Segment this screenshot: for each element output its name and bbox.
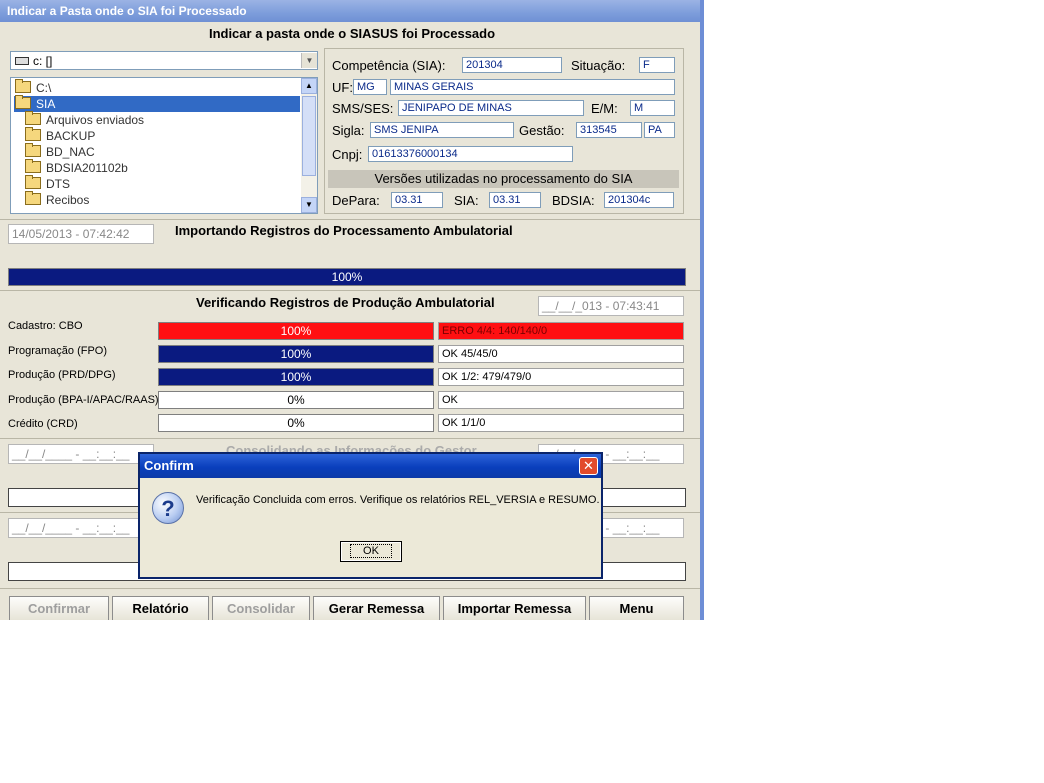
dialog-message: Verificação Concluida com erros. Verifiq… xyxy=(196,494,600,506)
tree-root[interactable]: C:\ xyxy=(15,79,51,96)
tree-item[interactable]: BACKUP xyxy=(25,127,95,144)
verify-row-progress: 0% xyxy=(158,391,434,409)
sia-field[interactable]: 03.31 xyxy=(489,192,541,208)
ok-button[interactable]: OK xyxy=(340,541,402,562)
window-title: Indicar a Pasta onde o SIA foi Processad… xyxy=(0,0,704,22)
folder-icon xyxy=(25,143,41,157)
verify-row-status: OK xyxy=(438,391,684,409)
verify-timestamp: __/__/_013 - 07:43:41 xyxy=(538,296,684,316)
verify-row-status: OK 45/45/0 xyxy=(438,345,684,363)
folder-icon xyxy=(25,127,41,141)
tree-item[interactable]: Recibos xyxy=(25,191,89,208)
drive-value: c: [] xyxy=(33,54,53,68)
cnpj-field[interactable]: 01613376000134 xyxy=(368,146,573,162)
scroll-up-icon[interactable]: ▲ xyxy=(301,78,317,94)
tree-item-sia[interactable]: SIA xyxy=(14,95,300,112)
verify-row-label: Crédito (CRD) xyxy=(8,418,78,430)
verify-row-progress: 100% xyxy=(158,322,434,340)
import-title: Importando Registros do Processamento Am… xyxy=(175,223,513,238)
bdsia-label: BDSIA: xyxy=(552,193,595,208)
gerar-remessa-button[interactable]: Gerar Remessa xyxy=(313,596,440,620)
open-folder-icon xyxy=(15,79,31,93)
folder-icon xyxy=(25,159,41,173)
import-progress-label: 100% xyxy=(331,270,363,284)
drive-icon xyxy=(15,57,29,65)
tree-item[interactable]: Arquivos enviados xyxy=(25,111,144,128)
open-folder-icon xyxy=(15,95,31,109)
uf-label: UF: xyxy=(332,80,353,95)
close-icon[interactable]: ✕ xyxy=(579,457,598,475)
verify-title: Verificando Registros de Produção Ambula… xyxy=(196,295,495,310)
divider xyxy=(0,290,700,291)
dialog-title: Confirm xyxy=(140,454,601,478)
verify-row-status: OK 1/1/0 xyxy=(438,414,684,432)
divider xyxy=(0,438,700,439)
scroll-thumb[interactable] xyxy=(302,96,316,176)
folder-tree[interactable]: C:\ SIA Arquivos enviados BACKUP BD_NAC … xyxy=(10,77,318,214)
relatorio-button[interactable]: Relatório xyxy=(112,596,209,620)
versions-title: Versões utilizadas no processamento do S… xyxy=(328,170,679,188)
tree-item[interactable]: BDSIA201102b xyxy=(25,159,128,176)
sia-label: SIA: xyxy=(454,193,479,208)
verify-row-label: Cadastro: CBO xyxy=(8,320,83,332)
sms-field[interactable]: JENIPAPO DE MINAS xyxy=(398,100,584,116)
import-timestamp: 14/05/2013 - 07:42:42 xyxy=(8,224,154,244)
menu-button[interactable]: Menu xyxy=(589,596,684,620)
verify-row-progress: 100% xyxy=(158,345,434,363)
window-border xyxy=(700,0,704,620)
situacao-label: Situação: xyxy=(571,58,626,73)
drive-select[interactable]: c: [] ▼ xyxy=(10,51,318,70)
uf-field[interactable]: MG xyxy=(353,79,387,95)
ok-button-label: OK xyxy=(350,544,392,558)
header-title: Indicar a pasta onde o SIASUS foi Proces… xyxy=(208,26,496,41)
cnpj-label: Cnpj: xyxy=(332,147,363,162)
tree-item[interactable]: DTS xyxy=(25,175,70,192)
divider xyxy=(0,219,700,220)
tree-scrollbar[interactable]: ▲ ▼ xyxy=(301,78,317,213)
verify-row-label: Produção (PRD/DPG) xyxy=(8,369,116,381)
gestao-type-field[interactable]: PA xyxy=(644,122,675,138)
competencia-field[interactable]: 201304 xyxy=(462,57,562,73)
verify-row-progress: 0% xyxy=(158,414,434,432)
sigla-label: Sigla: xyxy=(332,123,365,138)
verify-row-status: ERRO 4/4: 140/140/0 xyxy=(438,322,684,340)
question-icon: ? xyxy=(152,492,184,524)
importar-remessa-button[interactable]: Importar Remessa xyxy=(443,596,586,620)
folder-icon xyxy=(25,175,41,189)
sigla-field[interactable]: SMS JENIPA xyxy=(370,122,514,138)
situacao-field[interactable]: F xyxy=(639,57,675,73)
em-field[interactable]: M xyxy=(630,100,675,116)
tree-item[interactable]: BD_NAC xyxy=(25,143,95,160)
competencia-label: Competência (SIA): xyxy=(332,58,446,73)
verify-row-status: OK 1/2: 479/479/0 xyxy=(438,368,684,386)
sms-label: SMS/SES: xyxy=(332,101,394,116)
import-progress: 100% xyxy=(8,268,686,286)
folder-icon xyxy=(25,191,41,205)
folder-icon xyxy=(25,111,41,125)
confirm-dialog: Confirm ✕ ? Verificação Concluida com er… xyxy=(138,452,603,579)
confirmar-button[interactable]: Confirmar xyxy=(9,596,109,620)
scroll-down-icon[interactable]: ▼ xyxy=(301,197,317,213)
uf-name-field[interactable]: MINAS GERAIS xyxy=(390,79,675,95)
gestao-label: Gestão: xyxy=(519,123,565,138)
verify-row-label: Produção (BPA-I/APAC/RAAS) xyxy=(8,394,159,406)
remessa-timestamp: __/__/____ - __:__:__ xyxy=(8,518,154,538)
depara-label: DePara: xyxy=(332,193,380,208)
gestao-field[interactable]: 313545 xyxy=(576,122,642,138)
consolidate-timestamp: __/__/____ - __:__:__ xyxy=(8,444,154,464)
consolidar-button[interactable]: Consolidar xyxy=(212,596,310,620)
chevron-down-icon[interactable]: ▼ xyxy=(301,53,317,68)
depara-field[interactable]: 03.31 xyxy=(391,192,443,208)
verify-row-label: Programação (FPO) xyxy=(8,345,108,357)
bdsia-field[interactable]: 201304c xyxy=(604,192,674,208)
verify-row-progress: 100% xyxy=(158,368,434,386)
em-label: E/M: xyxy=(591,101,618,116)
divider xyxy=(0,588,700,589)
